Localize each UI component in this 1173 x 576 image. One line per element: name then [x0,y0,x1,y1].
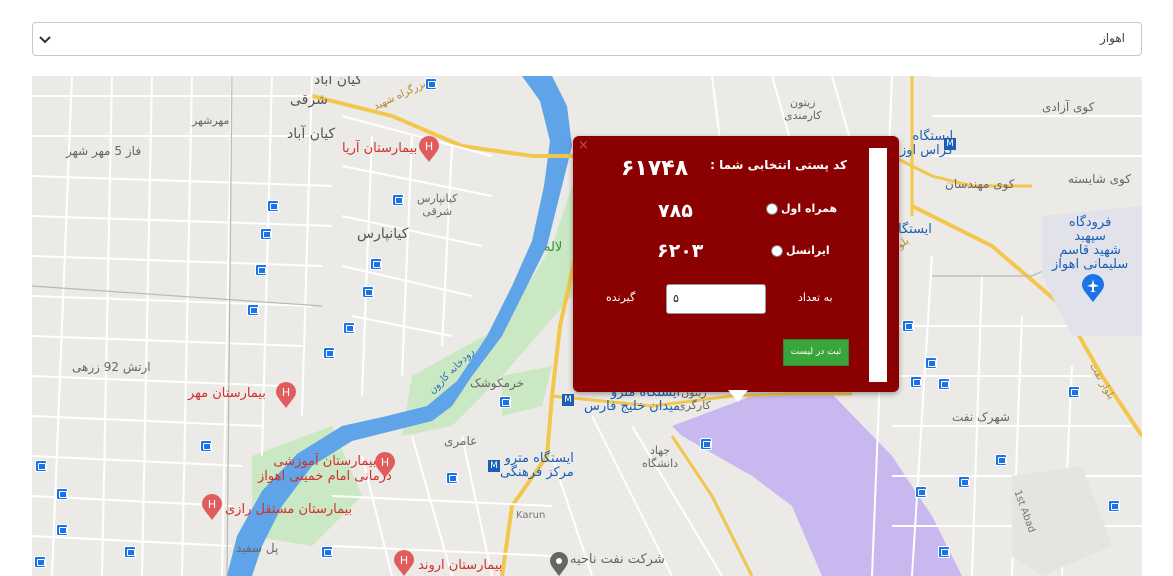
bus-stop-icon[interactable] [910,376,922,388]
metro-station-icon[interactable]: M [562,394,574,406]
bus-stop-icon[interactable] [247,304,259,316]
hospital-label: بیمارستان مستقل رازی [225,502,353,517]
map-label: مهرشهر [192,114,230,127]
close-icon[interactable]: × [578,138,589,153]
map-label: پل سفید [236,541,279,555]
bus-stop-icon[interactable] [958,476,970,488]
map-label: ایستگا [898,222,932,237]
bus-stop-icon[interactable] [915,486,927,498]
bus-stop-icon[interactable] [200,440,212,452]
bus-stop-icon[interactable] [124,546,136,558]
bus-stop-icon[interactable] [255,264,267,276]
bus-stop-icon[interactable] [34,556,46,568]
bus-stop-icon[interactable] [1108,500,1120,512]
add-to-list-button[interactable]: ثبت در لیست [783,339,849,366]
map-label: کیانپارس [357,226,409,242]
bus-stop-icon[interactable] [35,460,47,472]
hospital-label: بیمارستان مهر [188,386,266,401]
operator-radio-irancell[interactable] [771,245,783,257]
postal-code-popup: × کد پستی انتخابی شما : ۶۱۷۴۸ همراه اول … [573,136,899,402]
bus-stop-icon[interactable] [1068,386,1080,398]
bus-stop-icon[interactable] [446,472,458,484]
hospital-label: بیمارستان آموزشی درمانی امام خمینی اهواز [258,454,392,484]
svg-text:H: H [400,554,408,567]
bus-stop-icon[interactable] [392,194,404,206]
map-label: لاله [544,240,563,255]
map-label: شرکت نفت ناحیه [570,552,665,567]
hospital-label: بیمارستان اروند [418,558,503,573]
bus-stop-icon[interactable] [925,357,937,369]
map-label: کیان آباد [314,76,363,88]
svg-text:H: H [425,140,433,153]
map-label: کیان آباد [287,126,336,142]
popup-scrollbar[interactable] [869,148,887,382]
popup-title: کد پستی انتخابی شما : [710,158,847,172]
operator-count-value: ۷۸۵ [658,200,693,222]
place-pin-icon[interactable] [550,552,568,576]
bus-stop-icon[interactable] [902,320,914,332]
bus-stop-icon[interactable] [362,286,374,298]
operator-count-value: ۶۲۰۳ [657,240,704,262]
svg-text:H: H [282,386,290,399]
bus-stop-icon[interactable] [260,228,272,240]
bus-stop-icon[interactable] [938,378,950,390]
popup-pointer [728,390,748,402]
map-label: ارتش 92 زرهی [72,360,151,374]
bus-stop-icon[interactable] [938,546,950,558]
bus-stop-icon[interactable] [321,546,333,558]
metro-station-icon[interactable]: M [488,460,500,472]
bus-stop-icon[interactable] [425,78,437,90]
map-label: جهاد دانشگاه [642,444,679,470]
hospital-pin-icon[interactable]: H [394,550,414,576]
airport-pin-icon[interactable] [1082,274,1104,302]
chevron-down-icon [39,36,51,44]
map-label: کوی مهندسان [945,177,1015,191]
count-label: به تعداد [798,291,833,304]
map-label: شهرک نفت [952,410,1010,424]
operator-label: همراه اول [781,202,838,215]
operator-label: ایرانسل [786,244,830,257]
svg-text:H: H [208,498,216,511]
bus-stop-icon[interactable] [370,258,382,270]
map-label: عامری [444,434,478,448]
map-label: فرودگاه سپهبد شهید قاسم سلیمانی اهواز [1052,215,1129,272]
map-label: شرقی [290,92,328,108]
map-label: کیانپارس شرقی [417,192,458,218]
postal-code-value: ۶۱۷۴۸ [621,156,689,181]
bus-stop-icon[interactable] [56,488,68,500]
map-label: فاز 5 مهر شهر [66,144,142,158]
map-label: Karun [516,510,546,521]
bus-stop-icon[interactable] [343,322,355,334]
map-label: کوی آزادی [1042,100,1095,114]
bus-stop-icon[interactable] [700,438,712,450]
hospital-pin-icon[interactable]: H [202,494,222,520]
hospital-pin-icon[interactable]: H [276,382,296,408]
map-label: خرمکوشک [470,376,525,390]
count-input[interactable]: ۵ [666,284,766,314]
map-label: زیتون کارمندی [784,96,822,122]
bus-stop-icon[interactable] [323,347,335,359]
city-select-value: اهواز [1100,31,1125,45]
city-select[interactable]: اهواز [32,22,1142,56]
hospital-pin-icon[interactable]: H [419,136,439,162]
metro-station-icon[interactable]: M [944,138,956,150]
map-label: کوی شایسته [1068,172,1131,186]
map-label: ایستگاه مترو مرکز فرهنگی [500,451,574,480]
bus-stop-icon[interactable] [56,524,68,536]
bus-stop-icon[interactable] [499,396,511,408]
receiver-label: گیرنده [606,291,636,304]
bus-stop-icon[interactable] [995,454,1007,466]
hospital-label: بیمارستان آریا [342,141,418,156]
bus-stop-icon[interactable] [267,200,279,212]
operator-radio-hamrah-aval[interactable] [766,203,778,215]
